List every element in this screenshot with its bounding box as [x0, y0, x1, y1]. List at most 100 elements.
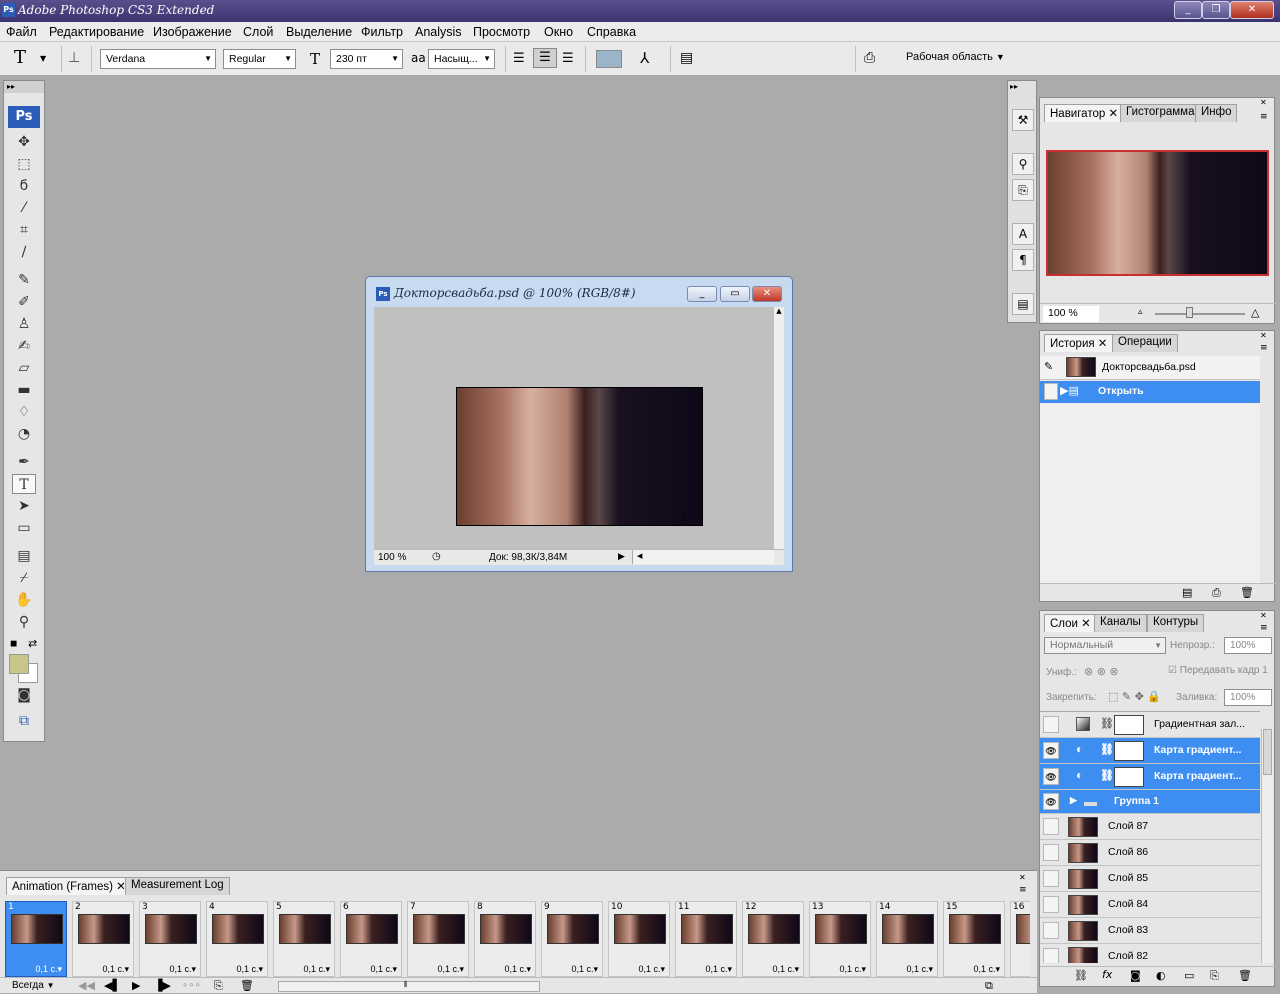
delete-frame-icon[interactable]: 🗑: [240, 979, 254, 992]
font-style-select[interactable]: Regular ▼: [223, 49, 296, 69]
layer-row[interactable]: Слой 82: [1040, 944, 1260, 963]
play-icon[interactable]: ▶: [132, 979, 140, 992]
doc-close-button[interactable]: ✕: [752, 286, 782, 302]
tab-actions[interactable]: Операции: [1112, 334, 1178, 352]
panel-close-icon[interactable]: ✕: [1260, 611, 1267, 620]
frame-delay-select[interactable]: 0,1 с.▾: [169, 964, 196, 975]
fill-field[interactable]: 100%: [1224, 689, 1272, 706]
shape-tool-icon[interactable]: ▭: [12, 518, 36, 538]
frame-delay-select[interactable]: 0,1 с.▾: [705, 964, 732, 975]
font-size-select[interactable]: 230 пт ▼: [330, 49, 403, 69]
frames-scrollbar[interactable]: [278, 981, 540, 992]
brushes-icon[interactable]: ⚲: [1012, 153, 1034, 175]
layers-scrollbar-thumb[interactable]: [1263, 729, 1272, 775]
menu-layer[interactable]: Слой: [243, 25, 273, 39]
gradient-tool-icon[interactable]: ▬: [12, 380, 36, 400]
toolbox-grip[interactable]: ▸▸: [4, 81, 44, 93]
tab-channels[interactable]: Каналы: [1094, 614, 1147, 632]
vertical-scrollbar[interactable]: ▲: [774, 307, 784, 549]
frame-delay-select[interactable]: 0,1 с.▾: [236, 964, 263, 975]
marquee-tool-icon[interactable]: ⬚: [12, 154, 36, 174]
animation-frame[interactable]: 6 0,1 с.▾: [340, 901, 402, 977]
frame-delay-select[interactable]: 0,1 с.▾: [638, 964, 665, 975]
frame-delay-select[interactable]: 0,1 с.▾: [370, 964, 397, 975]
tool-presets-icon[interactable]: ⚒: [1012, 109, 1034, 131]
eraser-tool-icon[interactable]: ▱: [12, 358, 36, 378]
status-icon[interactable]: ◷: [432, 551, 441, 562]
ps-logo-icon[interactable]: Ps: [8, 106, 40, 128]
bridge-icon[interactable]: ⎙: [864, 50, 875, 66]
menu-file[interactable]: Файл: [6, 25, 37, 39]
frame-delay-select[interactable]: 0,1 с.▾: [906, 964, 933, 975]
animation-frame[interactable]: 3 0,1 с.▾: [139, 901, 201, 977]
visibility-toggle[interactable]: [1043, 948, 1059, 963]
loop-options-select[interactable]: Всегда ▼: [12, 980, 55, 991]
doc-maximize-button[interactable]: ▭: [720, 286, 750, 302]
animation-frame[interactable]: 1 0,1 с.▾: [5, 901, 67, 977]
menu-window[interactable]: Окно: [544, 25, 573, 39]
new-group-icon[interactable]: ▭: [1184, 969, 1194, 982]
frame-delay-select[interactable]: 0,1 с.▾: [35, 964, 62, 975]
menu-analysis[interactable]: Analysis: [415, 25, 462, 39]
duplicate-frame-icon[interactable]: ⎘: [214, 979, 223, 993]
type-tool-icon[interactable]: T: [12, 474, 36, 494]
slice-tool-icon[interactable]: ∕: [12, 242, 36, 262]
visibility-toggle[interactable]: [1043, 716, 1059, 733]
layer-row[interactable]: Слой 85: [1040, 866, 1260, 892]
workspace-menu[interactable]: Рабочая область ▼: [906, 51, 1005, 63]
lasso-tool-icon[interactable]: ϭ: [12, 176, 36, 196]
history-brush-tool-icon[interactable]: ✍: [12, 336, 36, 356]
move-tool-icon[interactable]: ✥: [12, 132, 36, 152]
opacity-field[interactable]: 100%: [1224, 637, 1272, 654]
eyedropper-tool-icon[interactable]: ⌿: [12, 568, 36, 588]
history-brush-source-icon[interactable]: ✎: [1044, 360, 1053, 373]
animation-frame[interactable]: 10 0,1 с.▾: [608, 901, 670, 977]
animation-frame[interactable]: 13 0,1 с.▾: [809, 901, 871, 977]
restore-button[interactable]: ❐: [1202, 1, 1230, 19]
animation-frame[interactable]: 16: [1010, 901, 1030, 977]
panel-menu-icon[interactable]: ≡: [1260, 623, 1268, 633]
tab-layers[interactable]: Слои ✕: [1044, 614, 1097, 632]
quick-mask-icon[interactable]: ◙: [12, 685, 36, 705]
canvas-image[interactable]: [456, 387, 703, 526]
tween-icon[interactable]: ∘∘∘: [182, 980, 201, 991]
clone-source-icon[interactable]: ⎘: [1012, 179, 1034, 201]
layer-row[interactable]: ⛓ Градиентная зал...: [1040, 712, 1260, 738]
dodge-tool-icon[interactable]: ◔: [12, 424, 36, 444]
magic-wand-tool-icon[interactable]: ⁄: [12, 198, 36, 218]
add-mask-icon[interactable]: ◙: [1130, 969, 1141, 982]
brush-tool-icon[interactable]: ✐: [12, 292, 36, 312]
canvas-area[interactable]: ⌶: [374, 307, 774, 549]
minimize-button[interactable]: _: [1174, 1, 1202, 19]
type-tool-preset-icon[interactable]: T: [14, 47, 26, 68]
zoom-in-icon[interactable]: △: [1251, 306, 1259, 319]
warp-text-icon[interactable]: ⅄: [640, 49, 649, 67]
zoom-slider-handle[interactable]: [1186, 307, 1193, 318]
animation-frame[interactable]: 2 0,1 с.▾: [72, 901, 134, 977]
new-document-from-state-icon[interactable]: ▤: [1182, 586, 1192, 599]
text-color-swatch[interactable]: [596, 50, 622, 68]
frame-delay-select[interactable]: 0,1 с.▾: [772, 964, 799, 975]
frame-delay-select[interactable]: 0,1 с.▾: [102, 964, 129, 975]
path-selection-tool-icon[interactable]: ➤: [12, 496, 36, 516]
text-orientation-icon[interactable]: ⊥: [68, 50, 80, 66]
frame-delay-select[interactable]: 0,1 с.▾: [973, 964, 1000, 975]
layer-comps-icon[interactable]: ▤: [1012, 293, 1034, 315]
eye-icon[interactable]: 👁: [1043, 742, 1059, 759]
layer-row[interactable]: Слой 87: [1040, 814, 1260, 840]
layer-row[interactable]: 👁 ◐ ⛓ Карта градиент...: [1040, 764, 1260, 790]
layer-mask-thumbnail[interactable]: [1114, 715, 1144, 735]
propagate-frame-checkbox[interactable]: ☑ Передавать кадр 1: [1168, 665, 1268, 676]
layer-mask-thumbnail[interactable]: [1114, 767, 1144, 787]
frame-delay-select[interactable]: 0,1 с.▾: [437, 964, 464, 975]
clone-stamp-tool-icon[interactable]: ♙: [12, 314, 36, 334]
animation-frame[interactable]: 12 0,1 с.▾: [742, 901, 804, 977]
eye-icon[interactable]: 👁: [1043, 768, 1059, 785]
visibility-toggle[interactable]: [1043, 922, 1059, 939]
visibility-toggle[interactable]: [1043, 844, 1059, 861]
close-button[interactable]: ✕: [1230, 1, 1274, 19]
fx-icon[interactable]: fx: [1102, 968, 1112, 981]
zoom-tool-icon[interactable]: ⚲: [12, 612, 36, 632]
navigator-zoom-field[interactable]: 100 %: [1043, 306, 1099, 322]
history-state[interactable]: ▶▤ Открыть: [1040, 381, 1260, 403]
